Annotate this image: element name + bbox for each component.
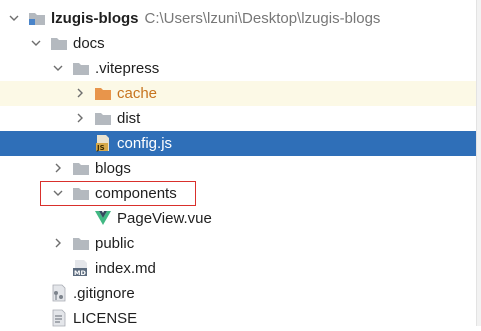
folder-icon	[50, 34, 68, 52]
project-folder-icon	[28, 9, 46, 27]
highlight-box	[40, 181, 196, 206]
tree-item-label: .gitignore	[73, 285, 135, 302]
root-folder-label: lzugis-blogs C:\Users\lzuni\Desktop\lzugi…	[51, 10, 381, 27]
folder-icon	[94, 109, 112, 127]
tree-item-cache[interactable]: cache	[0, 81, 476, 106]
tree-item-public[interactable]: public	[0, 231, 476, 256]
tree-item-label: cache	[117, 85, 158, 102]
tree-item-config-js[interactable]: JS config.js	[0, 131, 476, 156]
tree-item-index-md[interactable]: MD index.md	[0, 256, 476, 281]
chevron-down-icon[interactable]	[28, 34, 44, 52]
folder-icon	[72, 234, 90, 252]
tree-item-vitepress[interactable]: .vitepress	[0, 56, 476, 81]
tree-item-label: dist	[117, 110, 141, 127]
tree-item-label: PageView.vue	[117, 210, 212, 227]
svg-text:JS: JS	[96, 144, 105, 152]
tree-item-blogs[interactable]: blogs	[0, 156, 476, 181]
tree-item-gitignore[interactable]: .gitignore	[0, 281, 476, 306]
tree-item-label: public	[95, 235, 135, 252]
scrollbar[interactable]	[476, 0, 481, 326]
tree-item-label: .vitepress	[95, 60, 160, 77]
tree-item-license[interactable]: LICENSE	[0, 306, 476, 331]
tree-item-pageview-vue[interactable]: PageView.vue	[0, 206, 476, 231]
md-file-icon: MD	[72, 259, 90, 277]
js-file-icon: JS	[94, 134, 112, 152]
chevron-right-icon[interactable]	[72, 109, 88, 127]
project-tree: lzugis-blogs C:\Users\lzuni\Desktop\lzugi…	[0, 0, 481, 327]
tree-item-label: blogs	[95, 160, 131, 177]
folder-icon	[72, 159, 90, 177]
text-file-icon	[50, 309, 68, 327]
tree-item-label: docs	[73, 35, 105, 52]
tree-item-label: index.md	[95, 260, 156, 277]
gitignore-file-icon	[50, 284, 68, 302]
root-path: C:\Users\lzuni\Desktop\lzugis-blogs	[144, 10, 381, 27]
tree-item-docs[interactable]: docs	[0, 31, 476, 56]
vue-file-icon	[94, 209, 112, 227]
folder-icon	[72, 59, 90, 77]
tree-root-row[interactable]: lzugis-blogs C:\Users\lzuni\Desktop\lzugi…	[0, 6, 476, 31]
folder-orange-icon	[94, 84, 112, 102]
chevron-right-icon[interactable]	[50, 234, 66, 252]
tree-item-label: config.js	[117, 135, 173, 152]
tree-item-label: LICENSE	[73, 310, 138, 327]
chevron-right-icon[interactable]	[72, 84, 88, 102]
svg-text:MD: MD	[74, 269, 86, 277]
chevron-down-icon[interactable]	[6, 9, 22, 27]
chevron-right-icon[interactable]	[50, 159, 66, 177]
tree-item-dist[interactable]: dist	[0, 106, 476, 131]
chevron-down-icon[interactable]	[50, 59, 66, 77]
